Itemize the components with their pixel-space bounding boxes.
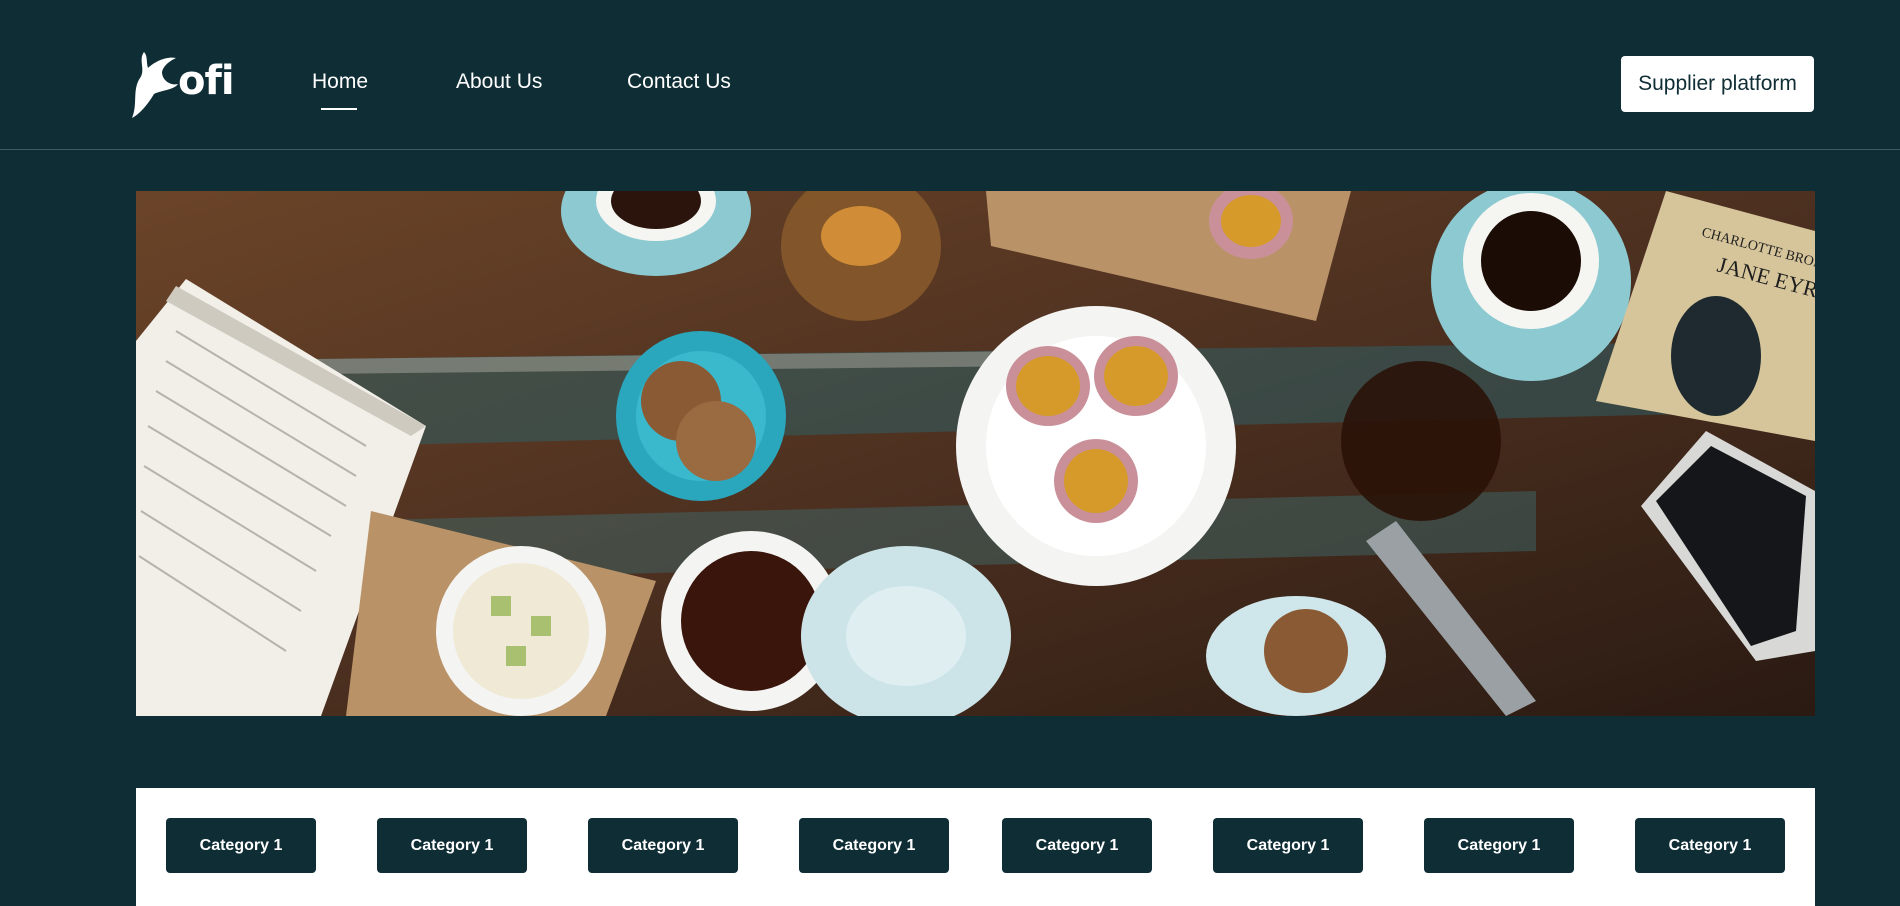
site-header: ofi Home About Us Contact Us Supplier pl…	[0, 0, 1900, 150]
category-bar: Category 1 Category 1 Category 1 Categor…	[136, 788, 1815, 906]
brand-wordmark: ofi	[178, 58, 235, 104]
category-button[interactable]: Category 1	[166, 818, 316, 873]
nav-home-link[interactable]: Home	[312, 70, 368, 94]
category-button[interactable]: Category 1	[1002, 818, 1152, 873]
coffee-table-photo: CHARLOTTE BRONTË JANE EYRE	[136, 191, 1815, 716]
brand-logo[interactable]: ofi	[130, 48, 235, 124]
nav-contact-link[interactable]: Contact Us	[627, 70, 731, 94]
category-button[interactable]: Category 1	[1213, 818, 1363, 873]
hero-image: CHARLOTTE BRONTË JANE EYRE	[136, 191, 1815, 716]
category-button[interactable]: Category 1	[377, 818, 527, 873]
category-button[interactable]: Category 1	[799, 818, 949, 873]
nav-about-link[interactable]: About Us	[456, 70, 542, 94]
category-button[interactable]: Category 1	[588, 818, 738, 873]
supplier-platform-button[interactable]: Supplier platform	[1621, 56, 1814, 112]
active-nav-indicator	[321, 108, 357, 110]
category-button[interactable]: Category 1	[1635, 818, 1785, 873]
category-button[interactable]: Category 1	[1424, 818, 1574, 873]
